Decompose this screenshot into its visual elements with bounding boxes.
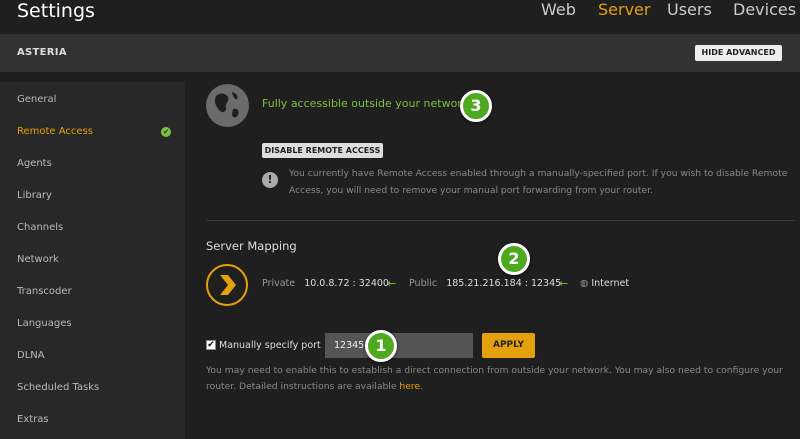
manual-port-checkbox[interactable]: ✔: [206, 340, 216, 350]
port-input[interactable]: [325, 333, 473, 358]
manual-port-label[interactable]: Manually specify port: [219, 340, 321, 351]
top-bar: Settings Web Server Users Devices: [0, 0, 800, 34]
arrow-left-icon: ←: [387, 277, 397, 290]
sidebar-item-network[interactable]: Network: [0, 244, 185, 276]
tab-server[interactable]: Server: [598, 0, 650, 20]
remote-access-warning: You currently have Remote Access enabled…: [289, 168, 788, 196]
sidebar-item-dlna[interactable]: DLNA: [0, 340, 185, 372]
internet-mapping: ◍ Internet: [580, 278, 629, 290]
sidebar-item-transcoder[interactable]: Transcoder: [0, 276, 185, 308]
apply-button[interactable]: APPLY: [482, 333, 535, 358]
sidebar: General Remote Access ✔ Agents Library C…: [0, 82, 185, 439]
public-label: Public: [409, 278, 438, 289]
sidebar-item-channels[interactable]: Channels: [0, 212, 185, 244]
plex-logo-icon: [206, 264, 248, 306]
public-address: 185.21.216.184 : 12345: [446, 278, 562, 289]
sidebar-item-scheduled-tasks[interactable]: Scheduled Tasks: [0, 372, 185, 404]
page-title: Settings: [17, 0, 95, 22]
internet-label: Internet: [591, 278, 630, 289]
sidebar-item-label: Remote Access: [17, 126, 93, 137]
callout-badge-1: 1: [365, 330, 397, 362]
private-label: Private: [262, 278, 296, 289]
internet-globe-icon: ◍: [580, 278, 589, 289]
sidebar-item-extras[interactable]: Extras: [0, 404, 185, 436]
sidebar-item-agents[interactable]: Agents: [0, 148, 185, 180]
help-link[interactable]: here: [399, 381, 420, 392]
warning-icon: !: [262, 172, 278, 188]
globe-icon: [206, 84, 249, 127]
private-address: 10.0.8.72 : 32400: [304, 278, 389, 289]
sidebar-item-remote-access[interactable]: Remote Access ✔: [0, 116, 185, 148]
arrow-left-icon: ←: [559, 277, 569, 290]
public-mapping: Public 185.21.216.184 : 12345: [409, 278, 561, 290]
sidebar-item-general[interactable]: General: [0, 84, 185, 116]
callout-badge-3: 3: [460, 90, 492, 122]
tab-web[interactable]: Web: [541, 0, 576, 20]
hide-advanced-button[interactable]: HIDE ADVANCED: [695, 45, 782, 61]
remote-access-status: Fully accessible outside your network: [262, 97, 469, 110]
server-name: ASTERIA: [17, 47, 67, 58]
disable-remote-access-button[interactable]: DISABLE REMOTE ACCESS: [262, 143, 383, 158]
sidebar-item-library[interactable]: Library: [0, 180, 185, 212]
private-mapping: Private 10.0.8.72 : 32400: [262, 278, 389, 290]
port-help-text: You may need to enable this to establish…: [206, 363, 791, 395]
port-help-end: .: [420, 381, 424, 392]
server-mapping-title: Server Mapping: [206, 239, 297, 253]
check-icon: ✔: [161, 127, 171, 137]
divider: [206, 220, 795, 221]
tab-devices[interactable]: Devices: [733, 0, 796, 20]
port-help-body: You may need to enable this to establish…: [206, 365, 783, 392]
server-bar: ASTERIA: [0, 34, 800, 72]
callout-badge-2: 2: [498, 243, 530, 275]
tab-users[interactable]: Users: [667, 0, 712, 20]
sidebar-item-languages[interactable]: Languages: [0, 308, 185, 340]
